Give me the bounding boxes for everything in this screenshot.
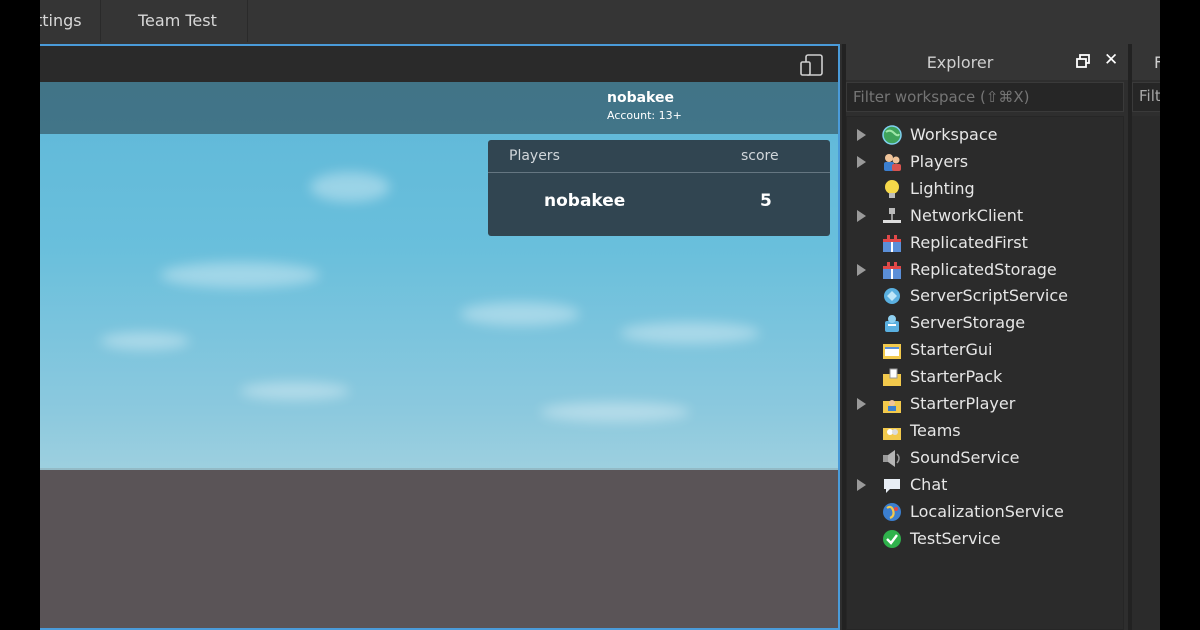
tree-item-replicatedfirst[interactable]: ReplicatedFirst <box>847 230 1123 257</box>
expand-arrow-icon[interactable] <box>857 129 866 141</box>
tree-item-label: ReplicatedFirst <box>910 232 1028 252</box>
account-age-label: Account: 13+ <box>607 109 682 122</box>
leaderboard-player-name[interactable]: nobakee <box>544 191 625 211</box>
localization-service-icon <box>883 502 901 521</box>
replicated-first-icon <box>883 234 901 252</box>
tree-item-chat[interactable]: Chat <box>847 472 1123 499</box>
cloud <box>310 172 390 202</box>
tree-item-label: NetworkClient <box>910 205 1024 225</box>
expand-arrow-icon[interactable] <box>857 263 866 276</box>
tree-item-localizationservice[interactable]: LocalizationService <box>847 499 1123 526</box>
tree-item-label: Lighting <box>910 178 975 198</box>
ribbon-tabs: ttings Team Test <box>40 0 1160 44</box>
viewport-toolbar <box>40 46 838 82</box>
tree-item-label: ServerScriptService <box>910 286 1069 306</box>
sound-service-icon <box>883 449 900 467</box>
game-viewport[interactable]: nobakee Account: 13+ Players score nobak… <box>40 44 840 630</box>
expand-arrow-icon[interactable] <box>857 155 866 168</box>
starter-pack-icon <box>883 368 901 387</box>
tree-item-soundservice[interactable]: SoundService <box>847 445 1123 472</box>
cloud <box>100 332 190 350</box>
tree-item-label: Workspace <box>910 125 998 144</box>
tree-item-label: Teams <box>910 420 961 440</box>
expand-arrow-icon[interactable] <box>857 478 866 491</box>
properties-panel: F Filt <box>1128 44 1160 630</box>
tree-item-label: StarterPlayer <box>910 394 1016 413</box>
explorer-title: Explorer <box>926 53 994 72</box>
leaderboard-col-players: Players <box>509 148 560 164</box>
tree-item-label: Chat <box>910 474 948 494</box>
expand-arrow-icon[interactable] <box>857 398 866 410</box>
tree-item-startergui[interactable]: StarterGui <box>847 337 1123 364</box>
replicated-storage-icon <box>883 261 901 279</box>
tab-team-test[interactable]: Team Test <box>108 0 248 42</box>
starter-gui-icon <box>883 344 901 360</box>
player-leaderboard: Players score nobakee 5 <box>488 140 830 236</box>
explorer-tree: Workspace Players Lighting NetworkClient Rep… <box>846 116 1124 630</box>
properties-filter-input[interactable]: Filt <box>1132 82 1160 112</box>
cloud <box>240 382 350 400</box>
network-client-icon <box>883 207 901 223</box>
account-topbar: nobakee Account: 13+ <box>40 82 838 134</box>
tree-item-label: ReplicatedStorage <box>910 259 1057 279</box>
close-icon[interactable]: ✕ <box>1104 50 1118 70</box>
workspace-icon <box>882 125 902 145</box>
properties-list <box>1132 116 1160 630</box>
tree-item-serverscriptservice[interactable]: ServerScriptService <box>847 283 1123 310</box>
explorer-titlebar: Explorer ✕ <box>846 44 1128 80</box>
server-storage-icon <box>885 315 899 333</box>
tree-item-label: StarterPack <box>910 367 1003 387</box>
tree-item-label: Players <box>910 151 969 171</box>
cloud <box>540 402 690 422</box>
account-username: nobakee <box>607 90 674 106</box>
cloud <box>620 322 760 344</box>
tree-item-label: StarterGui <box>910 340 993 360</box>
baseplate <box>40 470 838 628</box>
leaderboard-col-score: score <box>741 148 779 164</box>
tree-item-starterplayer[interactable]: StarterPlayer <box>847 391 1123 418</box>
tree-item-testservice[interactable]: TestService <box>847 526 1123 553</box>
tree-item-label: ServerStorage <box>910 313 1026 333</box>
dock-icon[interactable] <box>1076 54 1090 68</box>
device-emulator-icon[interactable] <box>800 54 824 76</box>
lighting-icon <box>885 179 899 198</box>
tree-item-players[interactable]: Players <box>847 149 1123 176</box>
explorer-filter-input[interactable] <box>846 82 1124 112</box>
tab-game-settings[interactable]: ttings <box>40 0 101 42</box>
test-service-icon <box>883 529 901 548</box>
leaderboard-header: Players score <box>488 140 830 173</box>
starter-player-icon <box>883 400 901 413</box>
tree-item-serverstorage[interactable]: ServerStorage <box>847 310 1123 337</box>
tree-item-lighting[interactable]: Lighting <box>847 176 1123 203</box>
server-script-service-icon <box>884 288 900 305</box>
tree-item-starterpack[interactable]: StarterPack <box>847 364 1123 391</box>
cloud <box>160 262 320 288</box>
tree-item-replicatedstorage[interactable]: ReplicatedStorage <box>847 257 1123 284</box>
tree-item-networkclient[interactable]: NetworkClient <box>847 203 1123 230</box>
tree-item-teams[interactable]: Teams <box>847 418 1123 445</box>
game-scene[interactable]: nobakee Account: 13+ Players score nobak… <box>40 82 838 628</box>
explorer-panel: Explorer ✕ Workspace Players Lighting Netwo… <box>842 44 1128 630</box>
chat-icon <box>884 478 900 493</box>
teams-icon <box>883 427 901 440</box>
studio-window: ttings Team Test nobakee Account: 13+ Pl… <box>40 0 1160 630</box>
leaderboard-player-score: 5 <box>760 191 772 211</box>
tree-item-label: SoundService <box>910 447 1020 467</box>
tree-item-label: TestService <box>910 528 1001 548</box>
tree-item-workspace[interactable]: Workspace <box>847 122 1123 149</box>
tree-item-label: LocalizationService <box>910 501 1064 521</box>
properties-title: F <box>1132 44 1160 80</box>
players-icon <box>884 153 901 171</box>
expand-arrow-icon[interactable] <box>857 209 866 222</box>
cloud <box>460 302 580 326</box>
